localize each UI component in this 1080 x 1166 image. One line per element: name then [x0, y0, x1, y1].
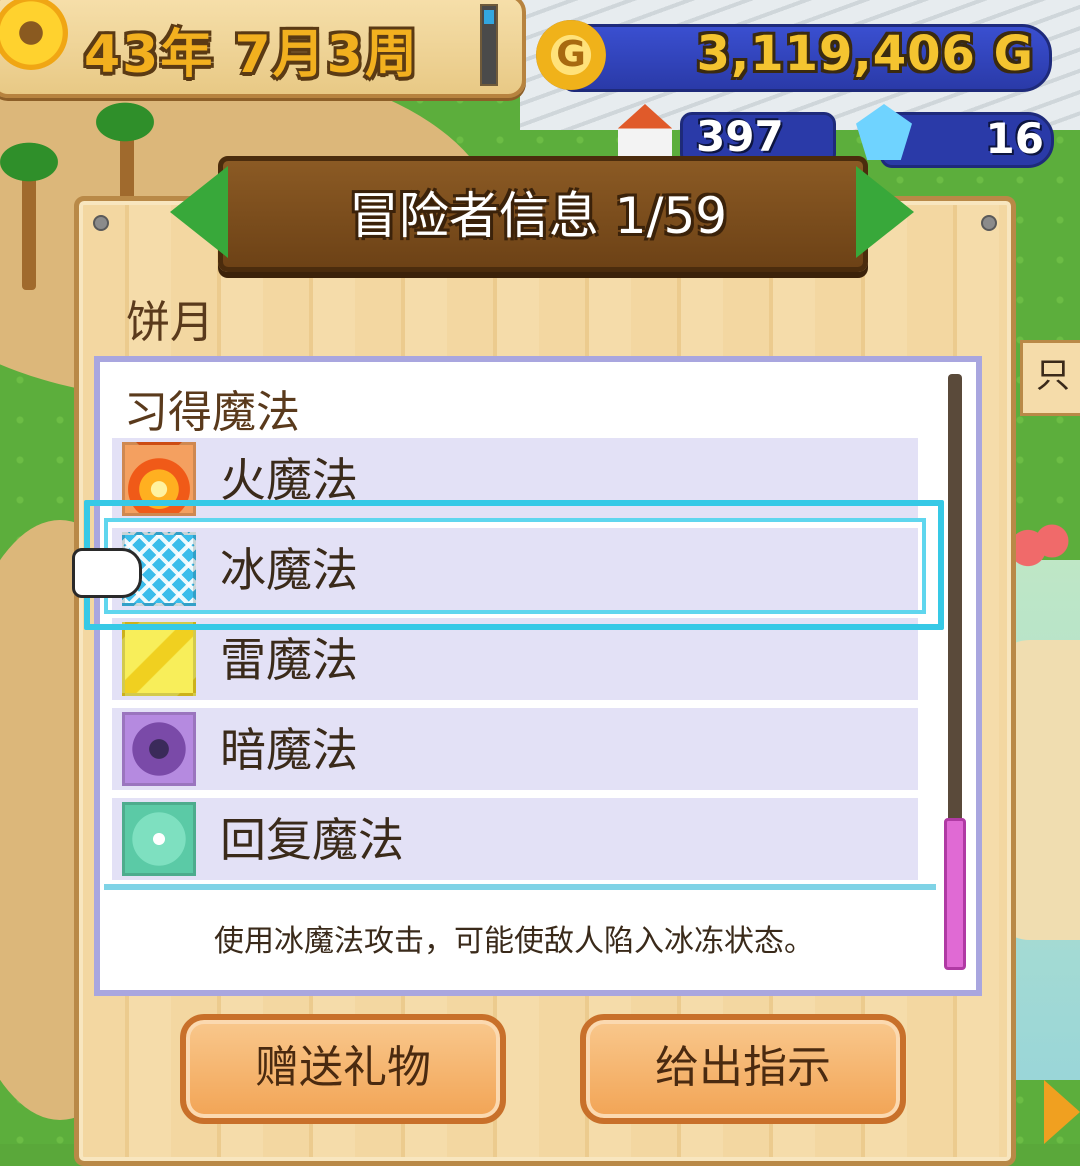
- gold-amount: 3,119,406 G: [696, 26, 1034, 82]
- give-gift-button[interactable]: 赠送礼物: [180, 1014, 506, 1124]
- magic-item-thunder[interactable]: 雷魔法: [112, 618, 918, 700]
- scrollbar-thumb[interactable]: [944, 818, 966, 970]
- magic-item-heal[interactable]: 回复魔法: [112, 798, 918, 880]
- crystal-count: 16: [985, 114, 1044, 163]
- gold-coin-icon: G: [536, 20, 606, 90]
- learned-magic-header: 习得魔法: [124, 387, 300, 438]
- rivet-decoration: [981, 215, 997, 231]
- magic-item-label: 回复魔法: [220, 813, 404, 867]
- magic-item-dark[interactable]: 暗魔法: [112, 708, 918, 790]
- week-progress-bar: [480, 4, 498, 86]
- rivet-decoration: [93, 215, 109, 231]
- palm-tree-icon: [0, 132, 74, 192]
- heal-icon: [122, 802, 196, 876]
- week-progress-fill: [484, 10, 494, 24]
- date-display: 43年 7月3周: [84, 25, 419, 85]
- selection-highlight-inner: [104, 518, 926, 614]
- side-panel-label[interactable]: 只: [1020, 340, 1080, 416]
- hand-pointer-icon: [72, 548, 142, 598]
- give-command-button[interactable]: 给出指示: [580, 1014, 906, 1124]
- magic-item-label: 暗魔法: [220, 723, 358, 777]
- adventurer-name: 饼月: [126, 297, 214, 348]
- dialog-title: 冒险者信息 1/59: [348, 187, 728, 245]
- population-count: 397: [696, 112, 784, 161]
- palm-tree-icon: [80, 92, 170, 152]
- magic-description: 使用冰魔法攻击，可能使敌人陷入冰冻状态。: [214, 924, 814, 959]
- magic-item-label: 雷魔法: [220, 633, 358, 687]
- description-divider: [104, 884, 936, 890]
- thunder-icon: [122, 622, 196, 696]
- coral-icon: [1010, 520, 1070, 590]
- dark-icon: [122, 712, 196, 786]
